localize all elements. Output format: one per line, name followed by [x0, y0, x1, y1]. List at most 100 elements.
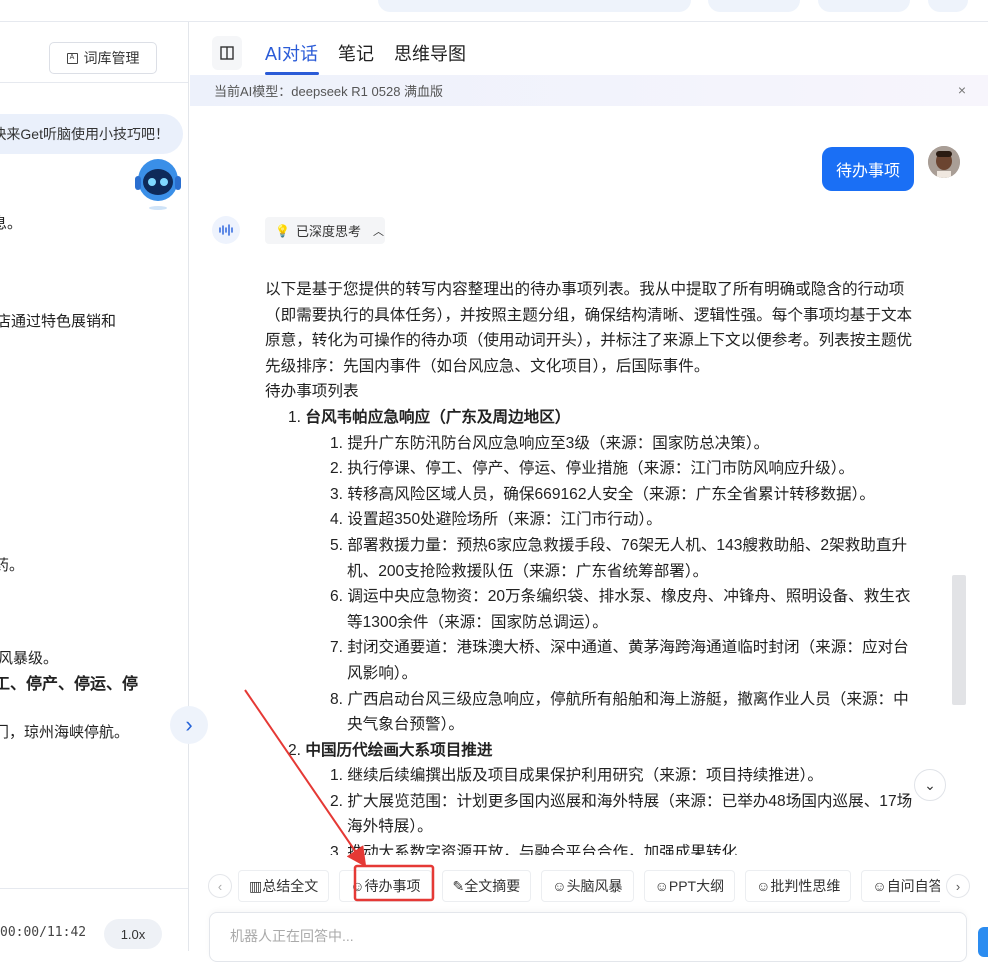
todo-item-text: 广西启动台风三级应急响应，停航所有船舶和海上游艇，撤离作业人员（来源：中央气象台…: [347, 690, 909, 734]
tips-banner[interactable]: 快来Get听脑使用小技巧吧！: [0, 114, 183, 154]
todo-item: 8. 广西启动台风三级应急响应，停航所有船舶和海上游艇，撤离作业人员（来源：中央…: [330, 690, 909, 734]
chart-icon: ▥: [249, 877, 263, 894]
ai-response: 以下是基于您提供的转写内容整理出的待办事项列表。我从中提取了所有明确或隐含的行动…: [265, 277, 913, 855]
toggle-sidebar-button[interactable]: [212, 36, 242, 70]
edit-icon: ✎: [452, 877, 465, 894]
todo-item-text: 调运中央应急物资：20万条编织袋、排水泵、橡皮舟、冲锋舟、照明设备、救生衣等13…: [347, 588, 911, 631]
section-title: 台风韦帕应急响应（广东及周边地区）: [305, 408, 571, 426]
transcript-fragment: 药。: [0, 557, 25, 574]
transcript-fragment: 信息。: [0, 215, 22, 232]
tab-notes[interactable]: 笔记: [338, 40, 374, 66]
todo-item: 6. 调运中央应急物资：20万条编织袋、排水泵、橡皮舟、冲锋舟、照明设备、救生衣…: [330, 588, 911, 631]
todo-item: 1. 提升广东防汛防台风应急响应至3级（来源：国家防总决策）。: [330, 434, 770, 452]
todo-item: 2. 扩大展览范围：计划更多国内巡展和海外特展（来源：已举办48场国内巡展、17…: [330, 792, 913, 836]
quick-action-label: PPT大纲: [668, 878, 725, 894]
smile-icon: ☺: [654, 878, 669, 894]
todo-item: 3. 转移高风险区域人员，确保669162人安全（来源：广东全省累计转移数据）。: [330, 485, 875, 503]
quick-action-button[interactable]: ☺ 批判性思维: [745, 870, 852, 902]
transcript-fragment: 店通过特色展销和: [0, 313, 117, 330]
transcript-fragment: 风暴级。: [0, 650, 59, 667]
transcript-panel: A 词库管理 快来Get听脑使用小技巧吧！ 信息。 店通过特色展销和 药。 风暴…: [0, 22, 189, 951]
quick-action-label: 头脑风暴: [566, 878, 623, 894]
todo-item-text: 继续后续编撰出版及项目成果保护利用研究（来源：项目持续推进）。: [347, 767, 823, 785]
todo-item-text: 设置超350处避险场所（来源：江门市行动）。: [347, 511, 662, 529]
scroll-right-button[interactable]: ›: [946, 874, 970, 898]
section-title: 中国历代绘画大系项目推进: [305, 741, 493, 759]
smile-icon: ☺: [552, 878, 567, 894]
chevron-up-icon: ︿: [372, 225, 384, 238]
quick-actions-bar: ‹ ▥ 总结全文 ☺ 待办事项 ✎ 全文摘要 ☺ 头脑风暴 ☺ PPT大纲 ☺ 批判性思维 ☺ 自问自答 …: [208, 870, 970, 902]
send-button[interactable]: [978, 927, 988, 957]
quick-action-button[interactable]: ☺ 头脑风暴: [541, 870, 634, 902]
quick-action-label: 全文摘要: [464, 878, 521, 894]
user-message: 待办事项: [822, 147, 914, 191]
lightbulb-icon: 💡: [275, 223, 290, 238]
todo-item-text: 转移高风险区域人员，确保669162人安全（来源：广东全省累计转移数据）。: [347, 485, 875, 503]
robot-assistant-icon[interactable]: [134, 154, 182, 212]
quick-action-label: 自问自答: [886, 878, 940, 894]
model-banner: 当前AI模型：deepseek R1 0528 满血版 ×: [190, 75, 988, 106]
smile-icon: ☺: [756, 878, 771, 894]
todo-item: 5. 部署救援力量：预热6家应急救援手段、76架无人机、143艘救助船、2架救助…: [330, 536, 908, 580]
response-intro: 以下是基于您提供的转写内容整理出的待办事项列表。我从中提取了所有明确或隐含的行动…: [265, 281, 913, 375]
section-number: 2.: [288, 741, 302, 759]
scroll-down-button[interactable]: ⌄: [914, 769, 946, 801]
quick-action-label: 待办事项: [364, 878, 421, 894]
todo-item: 2. 执行停课、停工、停产、停运、停业措施（来源：江门市防风响应升级）。: [330, 460, 855, 478]
top-bar: [0, 0, 988, 22]
divider: [0, 888, 188, 889]
quick-action-label: 总结全文: [262, 878, 319, 894]
bot-avatar-icon: [212, 216, 240, 244]
quick-action-button[interactable]: ☺ PPT大纲: [643, 870, 736, 902]
thinking-label: 已深度思考: [295, 224, 361, 239]
chevron-right-icon: ›: [185, 712, 193, 737]
todo-item-text: 部署救援力量：预热6家应急救援手段、76架无人机、143艘救助船、2架救助直升机…: [347, 536, 908, 580]
quick-action-button[interactable]: ✎ 全文摘要: [441, 870, 532, 902]
library-icon: A: [66, 52, 78, 64]
scrollbar[interactable]: [952, 575, 966, 705]
smile-icon: ☺: [350, 878, 365, 894]
tip-text: 快来Get听脑使用小技巧吧！: [0, 126, 169, 142]
todo-item: 7. 封闭交通要道：港珠澳大桥、深中通道、黄茅海跨海通道临时封闭（来源：应对台风…: [330, 639, 909, 682]
quick-action-button[interactable]: ☺ 自问自答: [861, 870, 940, 902]
model-text: 当前AI模型：deepseek R1 0528 满血版: [214, 84, 444, 99]
quick-action-label: 批判性思维: [770, 878, 841, 894]
close-icon[interactable]: ×: [958, 82, 966, 98]
quick-action-button[interactable]: ▥ 总结全文: [238, 870, 330, 902]
todo-item-text: 封闭交通要道：港珠澳大桥、深中通道、黄茅海跨海通道临时封闭（来源：应对台风影响）…: [347, 639, 909, 682]
divider: [0, 82, 188, 83]
transcript-fragment: 门，琼州海峡停航。: [0, 724, 130, 741]
deep-thinking-toggle[interactable]: 💡 已深度思考 ︿: [265, 217, 385, 244]
todo-item-text: 推动大系数字资源开放，与融合平台合作，加强成果转化……: [347, 844, 769, 855]
todo-item-text: 执行停课、停工、停产、停运、停业措施（来源：江门市防风响应升级）。: [347, 460, 855, 478]
library-manage-button[interactable]: A 词库管理: [49, 42, 157, 74]
avatar: [928, 146, 960, 178]
ai-panel: AI对话 笔记 思维导图 当前AI模型：deepseek R1 0528 满血版…: [190, 22, 988, 962]
top-search-pill[interactable]: [378, 0, 691, 12]
list-title: 待办事项列表: [265, 383, 359, 401]
top-button[interactable]: [818, 0, 910, 12]
playback-time: 00:00/11:42: [0, 925, 87, 940]
todo-item: 4. 设置超350处避险场所（来源：江门市行动）。: [330, 511, 662, 529]
chat-input[interactable]: 机器人正在回答中...: [209, 912, 967, 962]
tab-ai-chat[interactable]: AI对话: [265, 40, 318, 66]
tab-mindmap[interactable]: 思维导图: [394, 40, 466, 66]
section-number: 1.: [288, 408, 302, 426]
top-button[interactable]: [708, 0, 800, 12]
playback-speed-button[interactable]: 1.0x: [104, 919, 162, 949]
sidebar-icon: [220, 46, 234, 60]
smile-icon: ☺: [872, 878, 887, 894]
transcript-fragment: 工、停产、停运、停: [0, 676, 139, 693]
todo-item-text: 扩大展览范围：计划更多国内巡展和海外特展（来源：已举办48场国内巡展、17场海外…: [347, 792, 913, 836]
top-button[interactable]: [928, 0, 968, 12]
quick-action-button[interactable]: ☺ 待办事项: [339, 870, 432, 902]
chevron-right-icon: ›: [955, 878, 961, 894]
todo-item-text: 提升广东防汛防台风应急响应至3级（来源：国家防总决策）。: [347, 434, 770, 452]
todo-item: 3. 推动大系数字资源开放，与融合平台合作，加强成果转化……: [330, 840, 913, 855]
todo-section: 1. 台风韦帕应急响应（广东及周边地区） 1. 提升广东防汛防台风应急响应至3级（…: [288, 405, 913, 738]
expand-panel-button[interactable]: ›: [170, 706, 208, 744]
input-placeholder: 机器人正在回答中...: [230, 928, 354, 944]
scroll-left-button[interactable]: ‹: [208, 874, 232, 898]
todo-section: 2. 中国历代绘画大系项目推进 1. 继续后续编撰出版及项目成果保护利用研究（来源…: [288, 738, 913, 855]
todo-item: 1. 继续后续编撰出版及项目成果保护利用研究（来源：项目持续推进）。: [330, 767, 823, 785]
